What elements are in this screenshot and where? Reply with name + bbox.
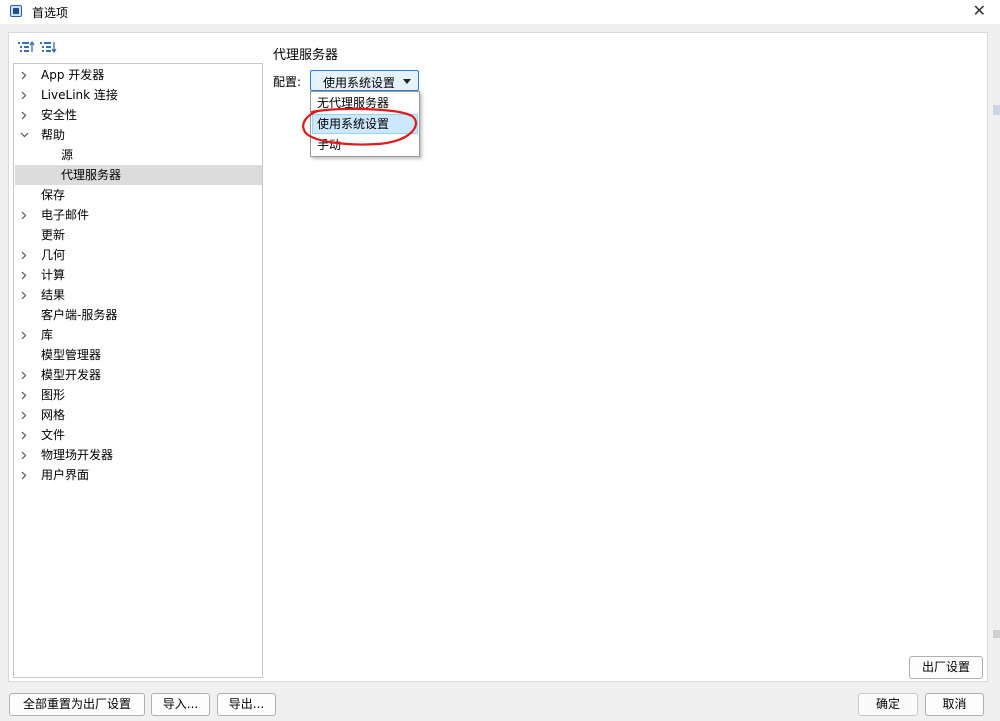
- tree-item-label: 模型管理器: [41, 348, 102, 362]
- window-title: 首选项: [32, 6, 69, 20]
- tree-item-label: 保存: [41, 188, 66, 202]
- expand-all-icon[interactable]: [17, 40, 35, 54]
- import-button[interactable]: 导入...: [151, 693, 210, 716]
- tree-item-label: 网格: [41, 408, 66, 422]
- tree-item-label: 物理场开发器: [41, 448, 114, 462]
- export-button[interactable]: 导出...: [217, 693, 276, 716]
- chevron-right-icon[interactable]: [19, 105, 29, 125]
- tree-item[interactable]: 帮助: [15, 125, 262, 145]
- chevron-right-icon[interactable]: [19, 405, 29, 425]
- config-label: 配置:: [273, 75, 302, 89]
- chevron-right-icon[interactable]: [19, 265, 29, 285]
- tree-item-label: 文件: [41, 428, 66, 442]
- tree-item[interactable]: 库: [15, 325, 262, 345]
- tree-item[interactable]: 安全性: [15, 105, 262, 125]
- close-icon[interactable]: ✕: [973, 1, 986, 21]
- chevron-right-icon[interactable]: [19, 465, 29, 485]
- tree-item-label: 安全性: [41, 108, 78, 122]
- tree-item[interactable]: 模型管理器: [15, 345, 262, 365]
- tree-item-label: 客户端-服务器: [41, 308, 118, 322]
- chevron-right-icon[interactable]: [19, 445, 29, 465]
- ok-button[interactable]: 确定: [858, 693, 918, 716]
- tree-item-label: 图形: [41, 388, 66, 402]
- tree-item[interactable]: 文件: [15, 425, 262, 445]
- tree-item-label: 帮助: [41, 128, 66, 142]
- tree-item[interactable]: 几何: [15, 245, 262, 265]
- config-combobox-value: 使用系统设置: [323, 76, 396, 90]
- tree-item[interactable]: 保存: [15, 185, 262, 205]
- cancel-button[interactable]: 取消: [925, 693, 984, 716]
- tree-item-label: 用户界面: [41, 468, 90, 482]
- chevron-down-icon[interactable]: [19, 125, 29, 145]
- chevron-right-icon[interactable]: [19, 385, 29, 405]
- app-icon: [10, 5, 22, 17]
- tree-item-label: App 开发器: [41, 68, 105, 82]
- tree-item[interactable]: 更新: [15, 225, 262, 245]
- tree-item[interactable]: LiveLink 连接: [15, 85, 262, 105]
- collapse-all-icon[interactable]: [39, 40, 57, 54]
- chevron-right-icon[interactable]: [19, 85, 29, 105]
- tree-item[interactable]: 客户端-服务器: [15, 305, 262, 325]
- tree-item[interactable]: 模型开发器: [15, 365, 262, 385]
- chevron-right-icon[interactable]: [19, 285, 29, 305]
- tree-item-label: LiveLink 连接: [41, 88, 118, 102]
- chevron-right-icon[interactable]: [19, 325, 29, 345]
- chevron-right-icon[interactable]: [19, 65, 29, 85]
- tree-item-label: 结果: [41, 288, 66, 302]
- tree-item-label: 模型开发器: [41, 368, 102, 382]
- tree-item[interactable]: 用户界面: [15, 465, 262, 485]
- title-bar: 首选项 ✕: [0, 0, 1000, 24]
- tree-item-label: 计算: [41, 268, 66, 282]
- chevron-right-icon[interactable]: [19, 365, 29, 385]
- config-combobox[interactable]: 使用系统设置: [310, 70, 419, 91]
- chevron-right-icon[interactable]: [19, 245, 29, 265]
- tree-item-label: 几何: [41, 248, 66, 262]
- tree-item-label: 源: [61, 148, 74, 162]
- chevron-right-icon[interactable]: [19, 205, 29, 225]
- tree-item[interactable]: 源: [15, 145, 262, 165]
- tree-item-label: 代理服务器: [61, 168, 122, 182]
- tree-item[interactable]: 物理场开发器: [15, 445, 262, 465]
- tree-item[interactable]: 结果: [15, 285, 262, 305]
- chevron-right-icon[interactable]: [19, 425, 29, 445]
- section-title: 代理服务器: [273, 48, 339, 63]
- tree-item[interactable]: 网格: [15, 405, 262, 425]
- tree-item-label: 库: [41, 328, 54, 342]
- tree-item[interactable]: 代理服务器: [15, 165, 262, 185]
- background-window-edge: [991, 100, 1000, 721]
- tree-item[interactable]: 电子邮件: [15, 205, 262, 225]
- tree-item-label: 电子邮件: [41, 208, 90, 222]
- red-circle-annotation: [302, 107, 417, 146]
- tree-item[interactable]: App 开发器: [15, 65, 262, 85]
- reset-all-button[interactable]: 全部重置为出厂设置: [9, 693, 145, 716]
- tree-item[interactable]: 计算: [15, 265, 262, 285]
- factory-settings-button[interactable]: 出厂设置: [909, 656, 983, 679]
- chevron-down-icon[interactable]: [403, 79, 411, 84]
- preferences-tree[interactable]: App 开发器 LiveLink 连接 安全性帮助源代理服务器保存电子邮件更新几何计…: [13, 63, 263, 678]
- tree-item-label: 更新: [41, 228, 66, 242]
- tree-item[interactable]: 图形: [15, 385, 262, 405]
